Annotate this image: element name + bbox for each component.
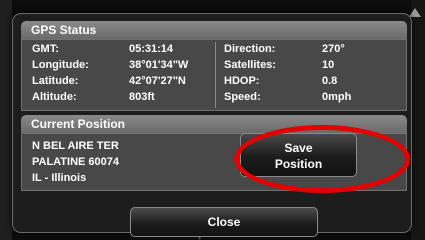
longitude-value: 38°01'34"W [129, 59, 189, 71]
direction-value: 270° [322, 43, 345, 55]
background-left-strip [0, 0, 12, 240]
altitude-label: Altitude: [32, 91, 77, 103]
direction-label: Direction: [224, 43, 276, 55]
save-position-label-line2: Position [274, 157, 323, 171]
hdop-label: HDOP: [224, 75, 260, 87]
satellites-value: 10 [322, 59, 335, 71]
longitude-label: Longitude: [32, 59, 89, 71]
gps-status-panel: GMT: 05:31:14 Longitude: 38°01'34"W Lati… [21, 39, 407, 111]
latitude-label: Latitude: [32, 75, 79, 87]
up-arrow-icon [409, 8, 421, 17]
column-divider [215, 42, 216, 108]
speed-label: Speed: [224, 91, 261, 103]
latitude-value: 42°07'27"N [129, 75, 186, 87]
address-state: IL - Illinois [32, 172, 87, 184]
address-city: PALATINE 60074 [32, 156, 120, 168]
save-position-label-line1: Save [284, 141, 313, 155]
address-street: N BEL AIRE TER [32, 140, 119, 152]
hdop-value: 0.8 [322, 75, 338, 87]
gmt-label: GMT: [32, 43, 59, 55]
altitude-value: 803ft [129, 91, 155, 103]
address-block: N BEL AIRE TER PALATINE 60074 IL - Illin… [32, 138, 119, 186]
current-position-header: Current Position [21, 115, 407, 133]
background-right-strip [411, 0, 425, 240]
gps-status-dialog: GPS Status GMT: 05:31:14 Longitude: 38°0… [12, 13, 412, 237]
gmt-value: 05:31:14 [129, 43, 174, 55]
satellites-label: Satellites: [224, 59, 276, 71]
gps-status-header: GPS Status [21, 21, 407, 39]
close-button[interactable]: Close [130, 207, 318, 237]
save-position-button[interactable]: Save Position [240, 133, 357, 177]
speed-value: 0mph [322, 91, 352, 103]
